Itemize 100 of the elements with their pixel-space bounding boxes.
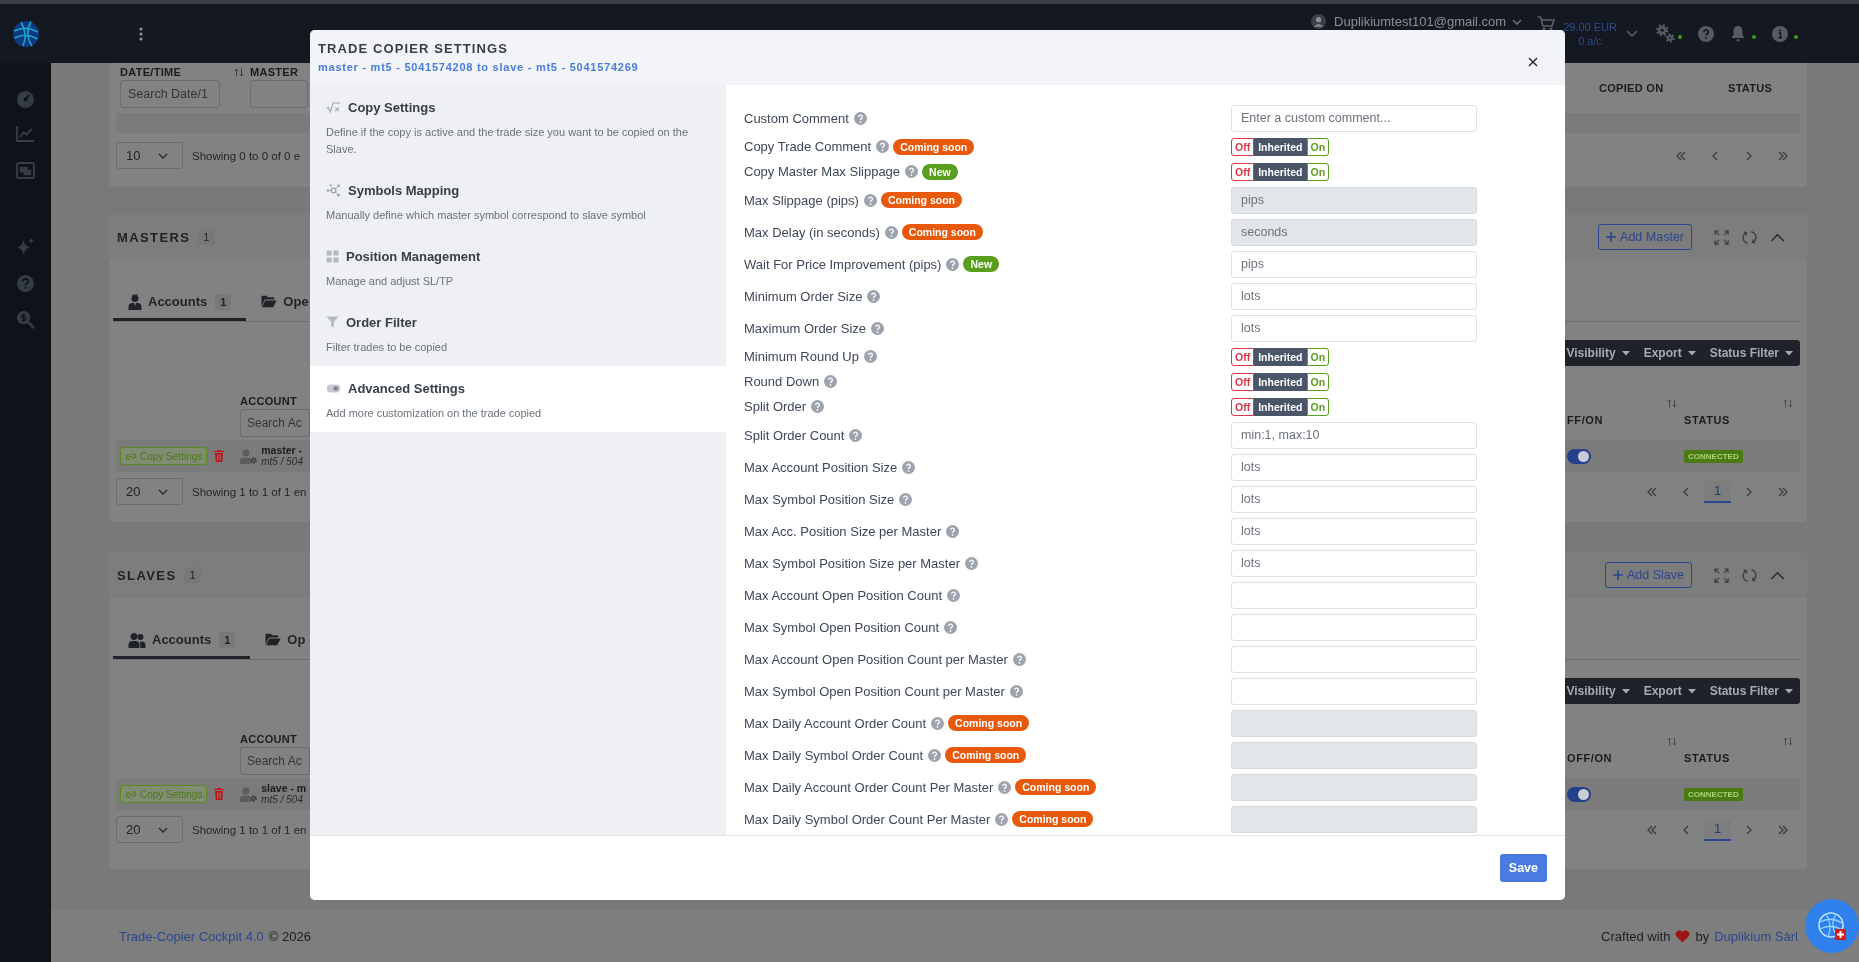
chevron-down-icon[interactable]: [1512, 19, 1523, 25]
column-header[interactable]: FF/ON: [1567, 398, 1684, 429]
text-field[interactable]: lots: [1231, 453, 1477, 481]
chevron-up-icon[interactable]: [1770, 232, 1785, 242]
help-icon[interactable]: [863, 193, 877, 207]
product-link[interactable]: Trade-Copier Cockpit 4.0: [119, 928, 264, 944]
help-icon[interactable]: [947, 588, 960, 602]
help-icon[interactable]: [853, 111, 867, 125]
help-icon[interactable]: [1012, 652, 1026, 666]
help-icon[interactable]: [16, 274, 35, 293]
help-icon[interactable]: [931, 716, 945, 730]
toolbar-dropdown[interactable]: Visibility: [1559, 678, 1637, 704]
search-field[interactable]: Search Ac: [240, 409, 310, 437]
segment-button[interactable]: Off: [1231, 162, 1255, 181]
help-icon[interactable]: [849, 428, 863, 442]
globe-logo-icon[interactable]: [11, 19, 40, 48]
help-icon[interactable]: [884, 225, 898, 239]
column-header[interactable]: STATUS: [1684, 398, 1800, 429]
text-field[interactable]: lots: [1231, 549, 1477, 577]
search-dollar-icon[interactable]: [16, 310, 35, 329]
toolbar-dropdown[interactable]: Status Filter: [1702, 678, 1800, 704]
toolbar-dropdown[interactable]: Status Filter: [1702, 340, 1800, 366]
help-icon[interactable]: [928, 748, 942, 762]
segment-button[interactable]: On: [1306, 372, 1330, 391]
text-field[interactable]: [1231, 645, 1477, 673]
toolbar-dropdown[interactable]: Visibility: [1559, 340, 1637, 366]
help-icon[interactable]: [871, 321, 885, 335]
page-button[interactable]: 1: [1704, 818, 1731, 841]
company-link[interactable]: Duplikium Sàrl: [1714, 928, 1798, 944]
text-field[interactable]: lots: [1231, 485, 1477, 513]
text-field[interactable]: [1231, 581, 1477, 609]
expand-icon[interactable]: [1714, 229, 1729, 245]
user-email[interactable]: Duplikiumtest101@gmail.com: [1334, 14, 1507, 29]
save-button[interactable]: Save: [1499, 854, 1547, 882]
text-field[interactable]: min:1, max:10: [1231, 421, 1477, 449]
first-page-icon[interactable]: [1675, 150, 1687, 161]
line-chart-icon[interactable]: [16, 125, 35, 142]
segment-button[interactable]: Inherited: [1254, 397, 1307, 416]
help-icon[interactable]: [995, 812, 1009, 826]
segment-button[interactable]: Inherited: [1254, 347, 1307, 366]
help-icon[interactable]: [899, 492, 913, 506]
help-icon[interactable]: [824, 375, 838, 388]
help-icon[interactable]: [876, 140, 890, 153]
column-header[interactable]: DATE/TIME: [120, 66, 244, 78]
text-field[interactable]: pips: [1231, 250, 1477, 278]
page-button[interactable]: 1: [1704, 480, 1731, 503]
tab[interactable]: Accounts 1: [113, 285, 247, 321]
chevron-down-icon[interactable]: [1626, 30, 1638, 37]
bell-icon[interactable]: [1730, 25, 1746, 42]
toggle-switch[interactable]: [1567, 448, 1591, 464]
help-icon[interactable]: [1009, 684, 1023, 698]
text-field[interactable]: [1231, 677, 1477, 705]
segment-button[interactable]: Off: [1231, 372, 1255, 391]
refresh-icon[interactable]: [1742, 567, 1757, 583]
tab[interactable]: Op: [250, 623, 321, 659]
page-size-select[interactable]: 20: [116, 816, 183, 843]
text-field[interactable]: lots: [1231, 314, 1477, 342]
last-page-icon[interactable]: [1777, 824, 1789, 835]
last-page-icon[interactable]: [1777, 150, 1789, 161]
segment-button[interactable]: Inherited: [1254, 372, 1307, 391]
help-icon[interactable]: [946, 524, 960, 538]
first-page-icon[interactable]: [1646, 824, 1658, 835]
trash-icon[interactable]: [214, 788, 225, 800]
refresh-icon[interactable]: [1742, 229, 1757, 245]
help-icon[interactable]: [863, 350, 877, 363]
sparkle-icon[interactable]: [16, 237, 35, 256]
help-icon[interactable]: [811, 400, 825, 413]
cart-icon[interactable]: [1537, 16, 1556, 31]
menu-icon[interactable]: [139, 26, 143, 41]
search-field[interactable]: Search Ac: [240, 747, 310, 775]
text-field[interactable]: [1231, 613, 1477, 641]
segment-button[interactable]: Inherited: [1254, 137, 1307, 156]
help-icon[interactable]: [867, 289, 881, 303]
page-size-select[interactable]: 20: [116, 478, 183, 505]
images-icon[interactable]: [16, 162, 35, 179]
help-icon[interactable]: [965, 556, 979, 570]
info-icon[interactable]: [1772, 25, 1788, 42]
last-page-icon[interactable]: [1777, 486, 1789, 497]
segment-button[interactable]: Off: [1231, 137, 1255, 156]
column-header[interactable]: STATUS: [1684, 736, 1800, 767]
settings-nav-item[interactable]: Advanced Settings Add more customization on the trade copied: [310, 366, 726, 432]
help-icon[interactable]: [944, 620, 958, 634]
column-header[interactable]: OFF/ON: [1567, 736, 1684, 767]
segment-button[interactable]: On: [1306, 137, 1330, 156]
help-icon[interactable]: [902, 460, 916, 474]
chevron-up-icon[interactable]: [1770, 570, 1785, 580]
help-icon[interactable]: [946, 257, 960, 271]
close-icon[interactable]: [1528, 57, 1538, 67]
tab[interactable]: Accounts 1: [113, 623, 251, 659]
chat-launcher-button[interactable]: [1805, 899, 1859, 953]
search-field[interactable]: Search Date/1: [120, 80, 220, 108]
text-field[interactable]: lots: [1231, 282, 1477, 310]
segment-button[interactable]: On: [1306, 397, 1330, 416]
toggle-switch[interactable]: [1567, 786, 1591, 802]
toolbar-dropdown[interactable]: Export: [1636, 340, 1703, 366]
gauge-icon[interactable]: [16, 90, 35, 109]
trash-icon[interactable]: [214, 450, 225, 462]
page-size-select[interactable]: 10: [116, 142, 183, 169]
user-avatar-icon[interactable]: [1311, 14, 1327, 29]
first-page-icon[interactable]: [1646, 486, 1658, 497]
